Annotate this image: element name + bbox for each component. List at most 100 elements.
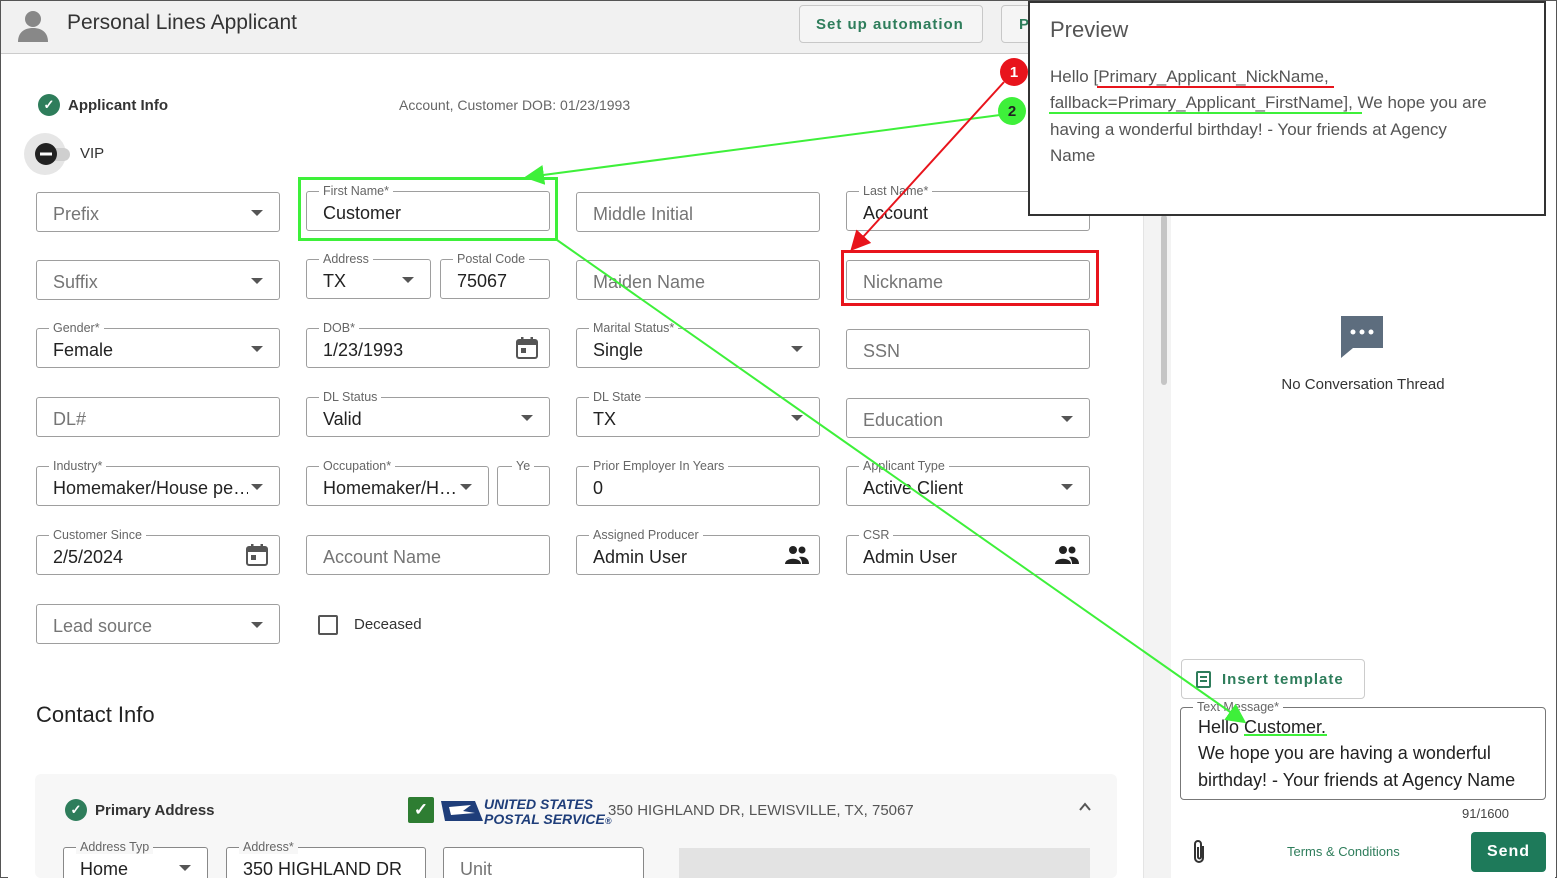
check-icon: ✓ [38,94,60,116]
scrollbar-thumb[interactable] [1161,215,1167,385]
maiden-name-placeholder: Maiden Name [593,272,706,292]
send-button[interactable]: Send [1471,832,1546,872]
applicant-type-value: Active Client [863,478,964,498]
dropdown-caret-icon [251,278,263,284]
dl-status-label: DL Status [319,390,382,404]
applicant-info-header[interactable]: ✓ Applicant Info [38,94,168,116]
ssn-placeholder: SSN [863,341,901,361]
address-line-field[interactable]: Address* 350 HIGHLAND DR [226,840,426,878]
header-bar: Personal Lines Applicant Set up automati… [1,1,1161,54]
prior-employer-field[interactable]: Prior Employer In Years 0 [576,459,820,506]
customer-since-field[interactable]: Customer Since 2/5/2024 [36,528,280,575]
primary-address-header[interactable]: ✓ Primary Address [65,799,215,821]
preview-line-2-rest: ], We hope you are [1343,93,1487,112]
unit-placeholder: Unit [460,859,493,878]
customer-since-value: 2/5/2024 [53,547,124,567]
csr-label: CSR [859,528,894,542]
years-field[interactable]: Ye [497,459,550,506]
occupation-label: Occupation* [319,459,396,473]
ssn-field[interactable]: SSN [846,329,1090,369]
occupation-select[interactable]: Occupation* Homemaker/H… [306,459,489,506]
assigned-producer-label: Assigned Producer [589,528,703,542]
usps-line-2: POSTAL SERVICE [484,811,605,827]
account-name-placeholder: Account Name [323,547,442,567]
dropdown-caret-icon [179,865,191,871]
address-type-select[interactable]: Address Typ Home [63,840,208,878]
dropdown-caret-icon [402,277,414,283]
people-icon[interactable] [785,544,809,566]
dropdown-caret-icon [251,622,263,628]
address-state-value: TX [323,271,347,291]
dl-state-select[interactable]: DL State TX [576,390,820,437]
education-select[interactable]: Education [846,398,1090,438]
address-line-value: 350 HIGHLAND DR [243,859,403,878]
dropdown-caret-icon [251,346,263,352]
postal-code-value: 75067 [457,271,508,291]
vip-toggle[interactable] [24,133,70,175]
dropdown-caret-icon [251,484,263,490]
marital-status-select[interactable]: Marital Status* Single [576,321,820,368]
postal-code-field[interactable]: Postal Code 75067 [440,252,550,299]
education-placeholder: Education [863,410,944,430]
suffix-select[interactable]: Suffix [36,260,280,300]
lead-source-select[interactable]: Lead source [36,604,280,644]
template-icon [1196,671,1211,688]
verified-address: 350 HIGHLAND DR, LEWISVILLE, TX, 75067 [608,802,914,819]
applicant-type-select[interactable]: Applicant Type Active Client [846,459,1090,506]
first-name-field[interactable]: First Name* Customer [306,184,550,231]
address-type-label: Address Typ [76,840,154,854]
nickname-placeholder: Nickname [863,272,944,292]
dropdown-caret-icon [791,346,803,352]
no-conversation-text: No Conversation Thread [1281,376,1445,393]
nickname-field[interactable]: Nickname [846,260,1090,300]
dob-field[interactable]: DOB* 1/23/1993 [306,321,550,368]
address-map[interactable] [679,848,1090,878]
char-counter: 91/1600 [1462,806,1509,821]
gender-select[interactable]: Gender* Female [36,321,280,368]
unit-field[interactable]: Unit [443,847,644,878]
text-message-input[interactable]: Text Message* Hello Customer. We hope yo… [1180,700,1546,800]
applicant-type-label: Applicant Type [859,459,949,473]
prefix-select[interactable]: Prefix [36,192,280,232]
insert-template-button[interactable]: Insert template [1181,659,1365,699]
prefix-placeholder: Prefix [53,204,100,224]
dl-number-field[interactable]: DL# [36,397,280,437]
marital-status-label: Marital Status* [589,321,679,335]
chevron-up-icon[interactable] [1078,800,1092,814]
maiden-name-field[interactable]: Maiden Name [576,260,820,300]
message-line-2: We hope you are having a wonderful [1198,743,1491,763]
assigned-producer-value: Admin User [593,547,688,567]
industry-value: Homemaker/House pe… [53,478,248,498]
assigned-producer-field[interactable]: Assigned Producer Admin User [576,528,820,575]
address-state-select[interactable]: Address TX [306,252,431,299]
dropdown-caret-icon [791,415,803,421]
calendar-icon[interactable] [515,337,539,359]
dropdown-caret-icon [460,484,472,490]
dob-label: DOB* [319,321,359,335]
middle-initial-field[interactable]: Middle Initial [576,192,820,232]
first-name-label: First Name* [319,184,393,198]
terms-link[interactable]: Terms & Conditions [1287,844,1400,859]
csr-field[interactable]: CSR Admin User [846,528,1090,575]
preview-comma: , [1324,67,1329,86]
account-name-field[interactable]: Account Name [306,535,550,575]
usps-logo-text: UNITED STATES POSTAL SERVICE® [484,797,611,829]
usps-line-1: UNITED STATES [484,796,594,812]
set-up-automation-button[interactable]: Set up automation [799,5,983,43]
gender-label: Gender* [49,321,104,335]
industry-select[interactable]: Industry* Homemaker/House pe… [36,459,280,506]
message-line-3: birthday! - Your friends at Agency Name [1198,770,1516,790]
dl-status-select[interactable]: DL Status Valid [306,390,550,437]
annotation-badge-2: 2 [998,97,1026,125]
verified-check-icon: ✓ [408,797,434,823]
customer-since-label: Customer Since [49,528,146,542]
marital-status-value: Single [593,340,644,360]
calendar-icon[interactable] [245,544,269,566]
contact-info-title: Contact Info [36,702,155,727]
chat-bubble-icon [1341,316,1383,358]
deceased-checkbox[interactable] [318,615,338,635]
dropdown-caret-icon [1061,416,1073,422]
paperclip-icon[interactable] [1189,838,1209,866]
insert-template-label: Insert template [1222,670,1344,688]
people-icon[interactable] [1055,544,1079,566]
